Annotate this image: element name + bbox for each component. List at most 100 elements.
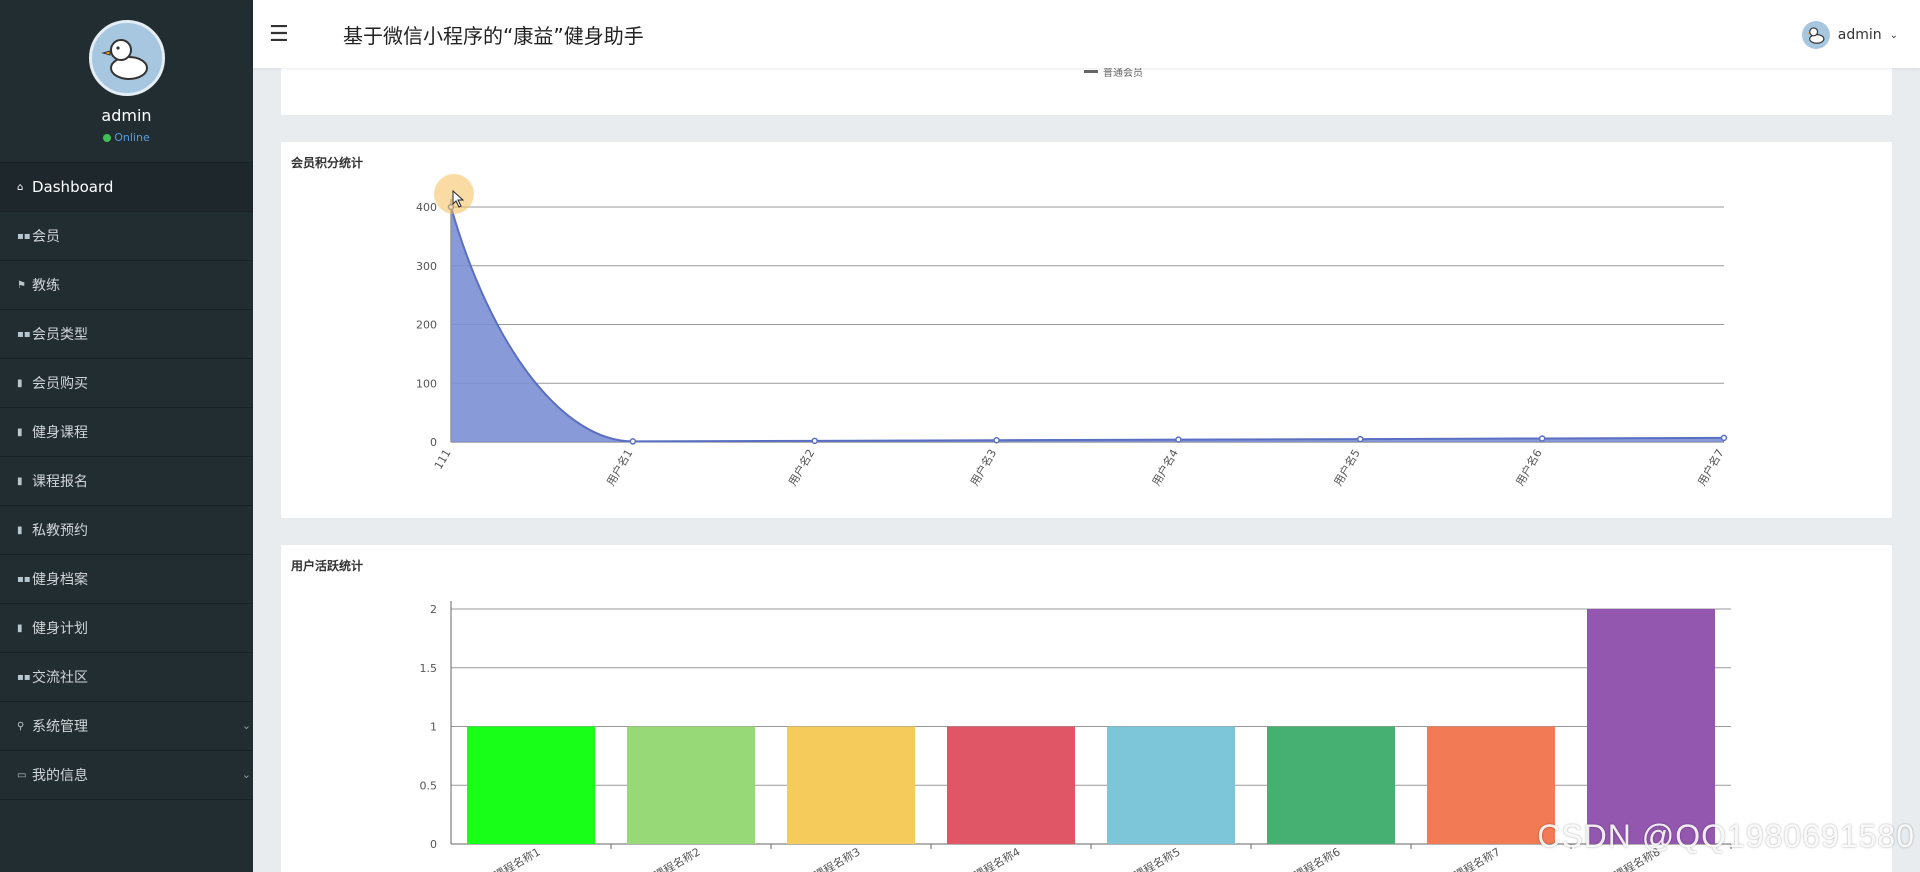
x-tick-label: 课程名称7 bbox=[1451, 844, 1502, 872]
data-point[interactable] bbox=[1538, 435, 1546, 442]
sidebar-item-label: 课程报名 bbox=[32, 474, 88, 490]
sidebar-item-label: 教练 bbox=[32, 278, 60, 294]
chevron-down-icon: ⌄ bbox=[241, 719, 251, 732]
sidebar-item-label: 会员购买 bbox=[32, 376, 88, 392]
chevron-down-icon: ⌄ bbox=[1889, 29, 1898, 41]
grid-icon: ▪▪ bbox=[17, 671, 31, 683]
y-tick-label: 0.5 bbox=[420, 779, 438, 792]
y-tick-label: 0 bbox=[430, 436, 437, 449]
user-icon: ⚲ bbox=[17, 720, 25, 732]
sidebar-item-6[interactable]: ▮ 课程报名 bbox=[0, 457, 253, 506]
grid-icon: ▪▪ bbox=[17, 230, 31, 242]
sidebar-item-12[interactable]: ▭ 我的信息 ⌄ bbox=[0, 751, 253, 800]
image-icon: ▮ bbox=[17, 475, 23, 487]
sidebar-item-label: 交流社区 bbox=[32, 670, 88, 686]
status-dot-icon bbox=[103, 133, 112, 142]
points-area-chart: 0 100 200 300 400 111 用户名1 用户名2 用户名3 用户名4 用户名5 用户名6… bbox=[416, 199, 1728, 489]
y-tick-label: 400 bbox=[416, 201, 437, 214]
user-menu[interactable]: admin ⌄ bbox=[1801, 21, 1898, 49]
sidebar-item-2[interactable]: ⚑ 教练 bbox=[0, 261, 253, 310]
x-tick-label: 课程名称4 bbox=[971, 844, 1022, 872]
profile-panel: admin Online bbox=[0, 0, 253, 163]
x-tick-label: 课程名称2 bbox=[651, 844, 702, 872]
card-icon: ▭ bbox=[17, 769, 27, 781]
status-text: Online bbox=[114, 131, 150, 144]
duck-icon bbox=[100, 39, 148, 80]
sidebar-item-label: 会员类型 bbox=[32, 327, 88, 343]
sidebar-item-0[interactable]: ⌂ Dashboard bbox=[0, 163, 253, 212]
sidebar-item-label: 会员 bbox=[32, 229, 60, 245]
y-tick-label: 100 bbox=[416, 377, 437, 390]
home-icon: ⌂ bbox=[17, 181, 24, 193]
data-point[interactable] bbox=[1357, 435, 1364, 443]
sidebar-item-1[interactable]: ▪▪ 会员 bbox=[0, 212, 253, 261]
x-tick-label: 111 bbox=[432, 447, 454, 472]
sidebar-item-7[interactable]: ▮ 私教预约 bbox=[0, 506, 253, 555]
sidebar-item-9[interactable]: ▮ 健身计划 bbox=[0, 604, 253, 653]
sidebar-nav: ⌂ Dashboard ▪▪ 会员 ⚑ 教练 ▪▪ 会员类型 ▮ 会员购买 ▮ 健身课程 ▮ 课程报名 ▮ 私… bbox=[0, 163, 253, 800]
profile-name: admin bbox=[101, 106, 152, 125]
cursor-icon bbox=[452, 190, 464, 208]
sidebar-item-label: 健身档案 bbox=[32, 572, 88, 588]
x-tick-label: 课程名称6 bbox=[1291, 844, 1342, 872]
chevron-down-icon: ⌄ bbox=[241, 768, 251, 781]
sidebar-item-label: 健身计划 bbox=[32, 621, 88, 637]
data-point[interactable] bbox=[811, 437, 818, 445]
grid-icon: ▪▪ bbox=[17, 328, 31, 340]
bar[interactable] bbox=[1267, 726, 1395, 845]
sidebar-item-label: 系统管理 bbox=[32, 719, 88, 735]
header-avatar bbox=[1801, 21, 1830, 49]
x-tick-label: 用户名3 bbox=[967, 447, 999, 489]
watermark: CSDN @QQ1980691580 bbox=[1537, 818, 1915, 854]
app-title: 基于微信小程序的“康益”健身助手 bbox=[343, 23, 644, 48]
x-tick-label: 课程名称3 bbox=[811, 844, 862, 872]
y-tick-label: 0 bbox=[430, 838, 437, 851]
bar[interactable] bbox=[467, 726, 595, 845]
flag-icon: ⚑ bbox=[17, 279, 26, 291]
bar[interactable] bbox=[787, 726, 915, 845]
briefcase-icon: ▮ bbox=[17, 622, 23, 634]
user-avatar[interactable] bbox=[88, 20, 165, 96]
y-tick-label: 1.5 bbox=[420, 662, 438, 675]
sidebar-item-8[interactable]: ▪▪ 健身档案 bbox=[0, 555, 253, 604]
sidebar-item-4[interactable]: ▮ 会员购买 bbox=[0, 359, 253, 408]
x-tick-label: 课程名称5 bbox=[1131, 844, 1182, 872]
x-tick-label: 用户名4 bbox=[1149, 447, 1181, 489]
top-header: ☰ 基于微信小程序的“康益”健身助手 admin ⌄ bbox=[253, 0, 1920, 68]
x-tick-label: 用户名2 bbox=[785, 447, 817, 489]
y-tick-label: 1 bbox=[430, 721, 437, 734]
grid-icon: ▪▪ bbox=[17, 573, 31, 585]
bar[interactable] bbox=[627, 726, 755, 845]
sidebar-item-10[interactable]: ▪▪ 交流社区 bbox=[0, 653, 253, 702]
sidebar-item-label: 私教预约 bbox=[32, 523, 88, 539]
y-tick-label: 200 bbox=[416, 319, 437, 332]
chat-icon: ▮ bbox=[17, 426, 23, 438]
data-point[interactable] bbox=[993, 436, 1000, 444]
x-tick-label: 用户名1 bbox=[603, 447, 635, 489]
thumbs-up-icon: ▮ bbox=[17, 524, 23, 536]
y-tick-label: 300 bbox=[416, 260, 437, 273]
points-chart-panel: 会员积分统计 0 100 200 300 400 111 用户名1 用户名2 用户名3 用户名4 用… bbox=[281, 142, 1892, 518]
sidebar-item-label: 我的信息 bbox=[32, 768, 88, 784]
sidebar-item-11[interactable]: ⚲ 系统管理 ⌄ bbox=[0, 702, 253, 751]
sidebar: admin Online ⌂ Dashboard ▪▪ 会员 ⚑ 教练 ▪▪ 会员类型 ▮ 会员购… bbox=[0, 0, 253, 872]
x-tick-label: 课程名称1 bbox=[491, 844, 542, 872]
sidebar-item-3[interactable]: ▪▪ 会员类型 bbox=[0, 310, 253, 359]
clipboard-icon: ▮ bbox=[17, 377, 23, 389]
data-point[interactable] bbox=[1720, 434, 1728, 442]
online-status: Online bbox=[0, 131, 253, 144]
sidebar-item-5[interactable]: ▮ 健身课程 bbox=[0, 408, 253, 457]
menu-toggle-icon[interactable]: ☰ bbox=[269, 22, 297, 47]
x-tick-label: 用户名7 bbox=[1694, 447, 1726, 489]
data-point[interactable] bbox=[629, 438, 637, 445]
x-tick-label: 用户名6 bbox=[1513, 447, 1545, 489]
x-tick-label: 用户名5 bbox=[1331, 447, 1363, 489]
bar[interactable] bbox=[947, 726, 1075, 845]
duck-icon bbox=[1806, 27, 1825, 44]
bar[interactable] bbox=[1427, 726, 1555, 845]
sidebar-item-label: Dashboard bbox=[32, 178, 114, 196]
legend-line-icon bbox=[1084, 70, 1098, 73]
bar[interactable] bbox=[1587, 609, 1715, 844]
data-point[interactable] bbox=[1175, 436, 1182, 443]
bar[interactable] bbox=[1107, 726, 1235, 845]
